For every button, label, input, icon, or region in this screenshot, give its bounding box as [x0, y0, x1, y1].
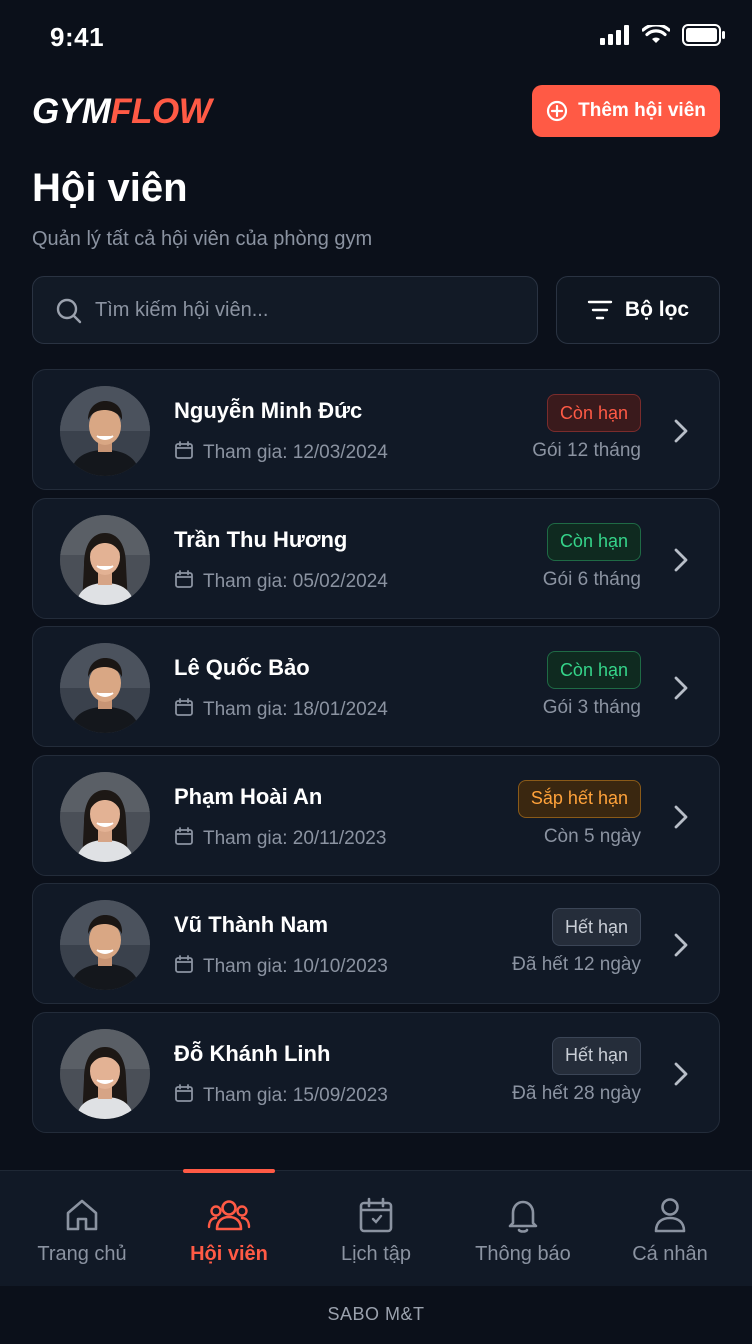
member-card[interactable]: Phạm Hoài An Tham gia: 20/11/2023 Sắp hế… — [32, 754, 720, 876]
chevron-right-icon[interactable] — [671, 1060, 691, 1093]
nav-item-members[interactable]: Hội viên — [155, 1169, 303, 1287]
footer-text: SABO M&T — [327, 1304, 425, 1324]
member-card[interactable]: Đỗ Khánh Linh Tham gia: 15/09/2023 Hết h… — [32, 1011, 720, 1133]
join-date: Tham gia: 12/03/2024 — [174, 440, 388, 466]
add-member-label: Thêm hội viên — [578, 100, 706, 121]
status-badge: Còn hạn — [546, 394, 641, 432]
avatar — [60, 900, 150, 990]
page-subtitle: Quản lý tất cả hội viên của phòng gym — [32, 228, 373, 250]
nav-item-schedule[interactable]: Lịch tập — [302, 1171, 450, 1287]
join-date: Tham gia: 05/02/2024 — [174, 569, 388, 595]
calendar-icon — [174, 954, 194, 980]
add-member-button[interactable]: Thêm hội viên — [532, 85, 720, 137]
status-badge: Hết hạn — [551, 1036, 641, 1075]
member-name: Lê Quốc Bảo — [174, 655, 310, 680]
plan-text: Gói 12 tháng — [532, 440, 641, 461]
filter-icon — [587, 300, 613, 320]
status-bar: 9:41 — [0, 0, 752, 72]
calendar-icon — [359, 1197, 393, 1233]
member-card[interactable]: Trần Thu Hương Tham gia: 05/02/2024 Còn … — [32, 497, 720, 619]
user-icon — [654, 1198, 686, 1233]
join-date: Tham gia: 10/10/2023 — [174, 954, 388, 980]
signal-icon — [600, 25, 629, 45]
filter-label: Bộ lọc — [624, 298, 690, 321]
nav-label-profile: Cá nhân — [632, 1243, 708, 1265]
bottom-nav: Trang chủ Hội viên Lịch tập Thông báo Cá… — [0, 1169, 752, 1287]
search-input[interactable] — [95, 289, 515, 331]
plan-text: Gói 6 tháng — [542, 568, 641, 590]
join-date: Tham gia: 18/01/2024 — [174, 697, 388, 723]
calendar-icon — [174, 826, 194, 852]
nav-label-home: Trang chủ — [37, 1243, 127, 1265]
avatar — [60, 514, 150, 605]
search-box[interactable] — [32, 276, 538, 344]
nav-item-notifications[interactable]: Thông báo — [449, 1171, 597, 1287]
member-name: Trần Thu Hương — [174, 526, 348, 552]
home-icon — [66, 1199, 98, 1231]
nav-item-home[interactable]: Trang chủ — [8, 1171, 156, 1287]
bell-icon — [508, 1200, 538, 1233]
member-name: Phạm Hoài An — [174, 783, 323, 809]
status-badge: Hết hạn — [551, 908, 641, 946]
active-tab-indicator — [183, 1169, 275, 1173]
status-badge: Sắp hết hạn — [517, 779, 641, 818]
member-card[interactable]: Lê Quốc Bảo Tham gia: 18/01/2024 Còn hạn… — [32, 626, 720, 747]
chevron-right-icon[interactable] — [671, 546, 691, 579]
member-card[interactable]: Nguyễn Minh Đức Tham gia: 12/03/2024 Còn… — [32, 369, 720, 490]
plan-text: Gói 3 tháng — [542, 697, 641, 718]
calendar-icon — [174, 1083, 194, 1109]
member-list: Nguyễn Minh Đức Tham gia: 12/03/2024 Còn… — [32, 369, 720, 1140]
plan-text: Còn 5 ngày — [543, 825, 641, 847]
app-screen: 9:41 GYMFLOW Thêm hội viên Hội viên Quản… — [0, 0, 752, 1344]
join-date: Tham gia: 20/11/2023 — [174, 826, 386, 852]
battery-icon — [682, 24, 725, 46]
plan-text: Đã hết 12 ngày — [512, 954, 641, 975]
avatar — [60, 1028, 150, 1119]
chevron-right-icon[interactable] — [671, 803, 691, 836]
join-date: Tham gia: 15/09/2023 — [174, 1083, 388, 1109]
calendar-icon — [174, 440, 194, 466]
gymflow-logo: GYMFLOW — [32, 92, 212, 131]
users-icon — [207, 1200, 251, 1231]
search-icon — [56, 298, 82, 324]
avatar — [60, 386, 150, 476]
status-badge: Còn hạn — [546, 522, 641, 561]
member-name: Vũ Thành Nam — [174, 912, 329, 937]
member-name: Nguyễn Minh Đức — [174, 398, 363, 423]
page-title: Hội viên — [32, 166, 188, 210]
avatar — [60, 643, 150, 733]
wifi-icon — [642, 25, 670, 43]
chevron-right-icon[interactable] — [671, 674, 691, 707]
status-time: 9:41 — [50, 22, 105, 52]
nav-item-profile[interactable]: Cá nhân — [596, 1171, 744, 1287]
chevron-right-icon[interactable] — [671, 931, 691, 964]
status-icons — [600, 24, 726, 46]
member-name: Đỗ Khánh Linh — [174, 1040, 331, 1066]
calendar-icon — [174, 569, 194, 595]
nav-label-notifications: Thông báo — [475, 1243, 571, 1265]
footer: SABO M&T — [0, 1286, 752, 1344]
avatar — [60, 771, 150, 862]
filter-button[interactable]: Bộ lọc — [556, 276, 720, 344]
member-card[interactable]: Vũ Thành Nam Tham gia: 10/10/2023 Hết hạ… — [32, 883, 720, 1004]
status-badge: Còn hạn — [546, 651, 641, 689]
plan-text: Đã hết 28 ngày — [512, 1082, 641, 1104]
calendar-icon — [174, 697, 194, 723]
nav-label-members: Hội viên — [190, 1243, 268, 1265]
chevron-right-icon[interactable] — [671, 417, 691, 450]
nav-label-schedule: Lịch tập — [340, 1243, 412, 1265]
add-circle-icon — [547, 100, 568, 122]
app-header: GYMFLOW Thêm hội viên — [32, 84, 720, 138]
